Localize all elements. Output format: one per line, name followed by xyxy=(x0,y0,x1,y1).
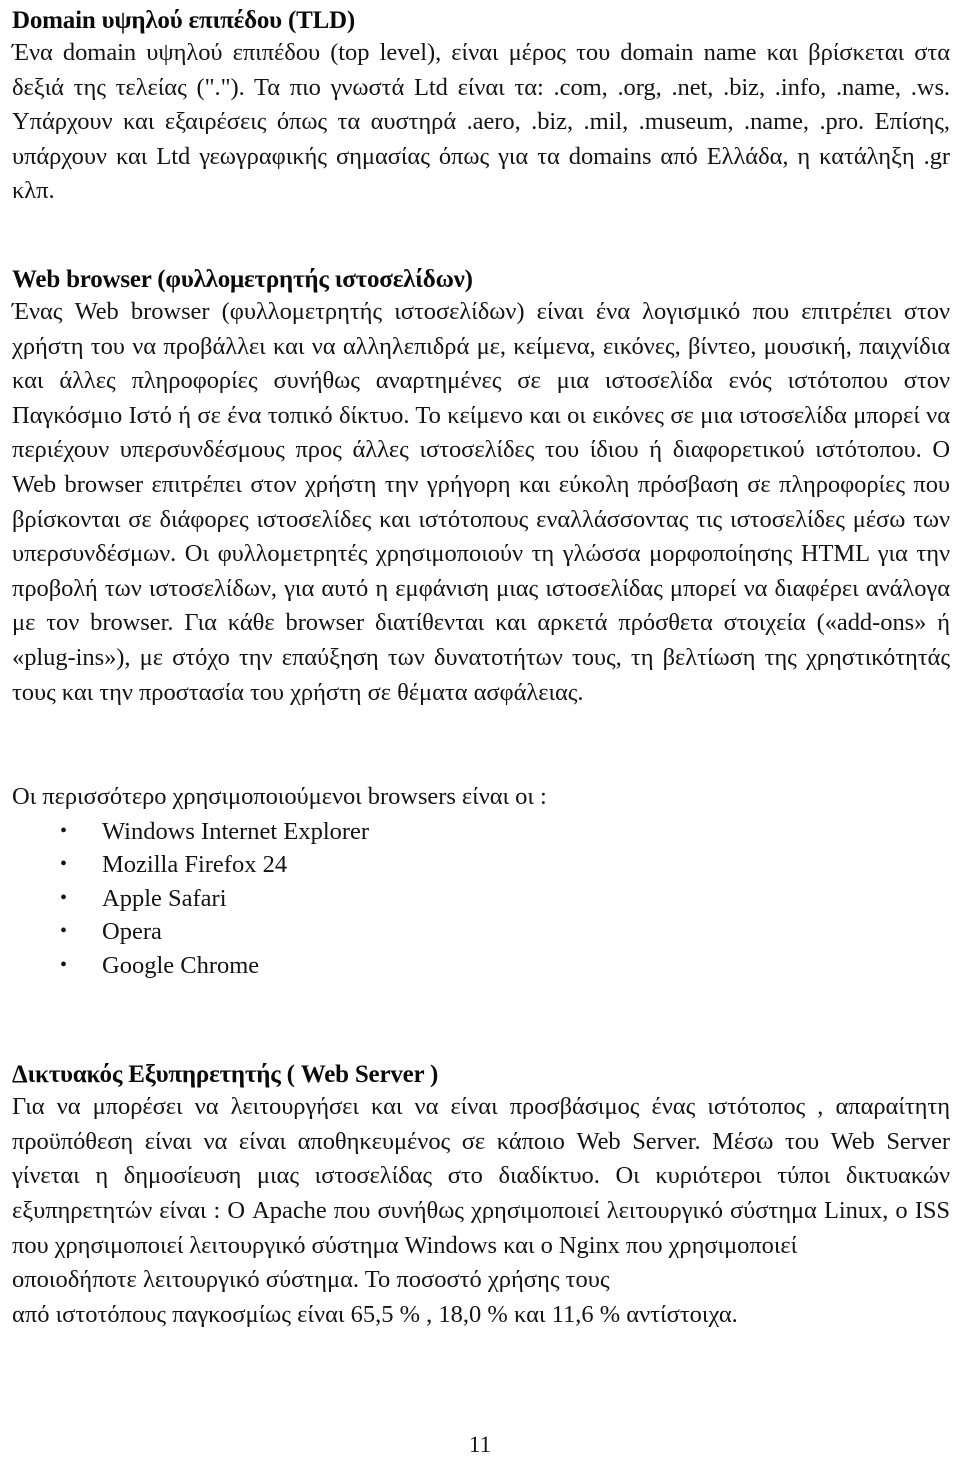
page-number: 11 xyxy=(468,1432,492,1457)
list-item-label: Apple Safari xyxy=(102,884,227,912)
bullet-icon: • xyxy=(60,853,68,876)
list-item-label: Mozilla Firefox 24 xyxy=(102,851,288,879)
list-item-label: Opera xyxy=(102,918,162,946)
browser-list: • Windows Internet Explorer • Mozilla Fi… xyxy=(12,815,950,983)
web-browser-heading: Web browser (φυλλομετρητής ιστοσελίδων) xyxy=(12,265,473,293)
web-server-paragraph: Για να μπορέσει να λειτουργήσει και να ε… xyxy=(12,1093,950,1259)
web-server-tail-line-2: από ιστοτόπους παγκοσμίως είναι 65,5 % ,… xyxy=(12,1300,738,1328)
web-server-tail-line-1: οποιοδήποτε λειτουργικό σύστημα. Το ποσο… xyxy=(12,1266,610,1294)
section-browser-list: Οι περισσότερο χρησιμοποιούμενοι browser… xyxy=(12,780,950,982)
bullet-icon: • xyxy=(60,886,68,909)
page-content: Domain υψηλού επιπέδου (TLD) Ένα domain … xyxy=(12,6,950,1332)
list-item: • Google Chrome xyxy=(12,949,950,983)
web-server-heading: Δικτυακός Εξυπηρετητής ( Web Server ) xyxy=(12,1061,439,1089)
web-server-tail-lines: οποιοδήποτε λειτουργικό σύστημα. Το ποσο… xyxy=(12,1263,950,1332)
section-web-browser: Web browser (φυλλομετρητής ιστοσελίδων) … xyxy=(12,265,950,710)
list-item: • Windows Internet Explorer xyxy=(12,815,950,849)
list-item: • Mozilla Firefox 24 xyxy=(12,848,950,882)
section-tld: Domain υψηλού επιπέδου (TLD) Ένα domain … xyxy=(12,6,950,209)
list-item: • Opera xyxy=(12,915,950,949)
list-item-label: Windows Internet Explorer xyxy=(102,817,370,845)
list-item-label: Google Chrome xyxy=(102,951,260,979)
list-item: • Apple Safari xyxy=(12,882,950,916)
bullet-icon: • xyxy=(60,920,68,943)
browser-list-intro: Οι περισσότερο χρησιμοποιούμενοι browser… xyxy=(12,783,547,811)
tld-heading: Domain υψηλού επιπέδου (TLD) xyxy=(12,7,356,34)
section-web-server: Δικτυακός Εξυπηρετητής ( Web Server ) Γι… xyxy=(12,1060,950,1332)
bullet-icon: • xyxy=(60,953,68,976)
document-page: Domain υψηλού επιπέδου (TLD) Ένα domain … xyxy=(0,0,960,1478)
bullet-icon: • xyxy=(60,819,68,842)
tld-paragraph: Ένα domain υψηλού επιπέδου (top level), … xyxy=(12,39,950,205)
web-browser-paragraph: Ένας Web browser (φυλλομετρητής ιστοσελί… xyxy=(12,297,950,706)
